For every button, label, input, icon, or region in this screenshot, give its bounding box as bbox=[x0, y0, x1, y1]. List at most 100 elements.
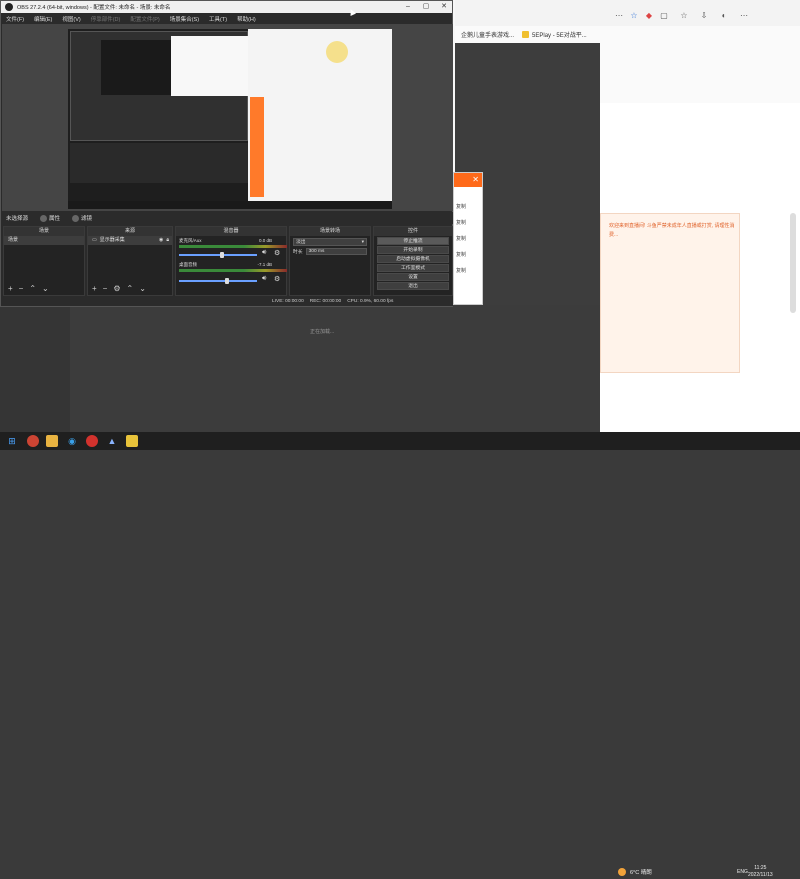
menu-icon[interactable]: ⋯ bbox=[740, 12, 748, 20]
visibility-icon[interactable]: ◉ bbox=[159, 236, 163, 245]
properties-button[interactable]: 属性 bbox=[40, 214, 60, 222]
clock[interactable]: 11:25 2022/11/13 bbox=[748, 865, 773, 879]
obs-logo-icon bbox=[5, 3, 13, 11]
menu-profile[interactable]: 配置文件(P) bbox=[130, 15, 159, 23]
windows-start-icon[interactable]: ⊞ bbox=[6, 435, 18, 447]
menu-bar: 文件(F) 编辑(E) 视图(V) 停靠部件(D) 配置文件(P) 场景集合(S… bbox=[1, 13, 452, 24]
stop-streaming-button[interactable]: 停止推流 bbox=[377, 237, 449, 245]
virtual-camera-button[interactable]: 启动虚拟摄像机 bbox=[377, 255, 449, 263]
minimize-icon[interactable]: – bbox=[399, 1, 417, 13]
exit-button[interactable]: 退出 bbox=[377, 282, 449, 290]
file-explorer-icon[interactable] bbox=[46, 435, 58, 447]
edge-icon[interactable]: ◉ bbox=[66, 435, 78, 447]
dialog-option[interactable]: 复制 bbox=[456, 203, 466, 210]
preview-canvas[interactable] bbox=[68, 29, 392, 209]
menu-scene-collection[interactable]: 场景集合(S) bbox=[170, 15, 199, 23]
scrollbar[interactable] bbox=[790, 213, 796, 313]
gear-icon[interactable]: ⚙ bbox=[113, 285, 120, 293]
star-icon[interactable]: ☆ bbox=[630, 12, 638, 20]
scenes-dock: 场景 场景 + − ⌃ ⌄ bbox=[3, 226, 85, 296]
remove-icon[interactable]: − bbox=[103, 285, 108, 293]
lock-icon[interactable]: 🔒︎ bbox=[166, 236, 169, 245]
dialog-option[interactable]: 复制 bbox=[456, 267, 466, 274]
source-item[interactable]: ▭ 显示器采集 ◉ 🔒︎ bbox=[88, 236, 172, 245]
maximize-icon[interactable]: ▢ bbox=[417, 1, 435, 13]
filters-label: 滤镜 bbox=[81, 216, 93, 222]
dialog-option[interactable]: 复制 bbox=[456, 235, 466, 242]
volume-slider[interactable] bbox=[179, 254, 257, 256]
studio-mode-button[interactable]: 工作室模式 bbox=[377, 264, 449, 272]
favorites-icon[interactable]: ☆ bbox=[680, 12, 688, 20]
nested-obs-preview bbox=[70, 31, 251, 141]
status-bar: LIVE: 00:00:00 REC: 00:00:00 CPU: 0.9%, … bbox=[2, 296, 453, 306]
captured-taskbar bbox=[68, 201, 392, 209]
slider-knob[interactable] bbox=[225, 278, 230, 284]
start-recording-button[interactable]: 开始录制 bbox=[377, 246, 449, 254]
settings-button[interactable]: 设置 bbox=[377, 273, 449, 281]
obs-titlebar[interactable]: OBS 27.2.4 (64-bit, windows) - 配置文件: 未命名… bbox=[1, 1, 452, 13]
move-down-icon[interactable]: ⌄ bbox=[42, 285, 49, 293]
input-language[interactable]: ENG bbox=[737, 869, 748, 875]
move-down-icon[interactable]: ⌄ bbox=[139, 285, 146, 293]
no-source-label: 未选择源 bbox=[6, 216, 29, 222]
bookmark-item[interactable]: 企鹅儿童手表游戏... bbox=[461, 30, 514, 39]
add-icon[interactable]: + bbox=[92, 285, 97, 293]
chat-message: 欢迎来到直播间! 斗鱼严禁未成年人直播或打赏, 请理性消费... bbox=[600, 213, 740, 373]
speaker-icon[interactable]: 🔊︎ bbox=[262, 275, 266, 283]
scene-item[interactable]: 场景 bbox=[4, 236, 84, 245]
duration-label: 时长 bbox=[293, 250, 303, 255]
app-icon[interactable]: ▲ bbox=[106, 435, 118, 447]
move-up-icon[interactable]: ⌃ bbox=[29, 285, 36, 293]
move-up-icon[interactable]: ⌃ bbox=[127, 285, 134, 293]
menu-docks[interactable]: 停靠部件(D) bbox=[91, 15, 121, 23]
menu-view[interactable]: 视图(V) bbox=[62, 15, 80, 23]
download-icon[interactable]: ⇩ bbox=[700, 12, 708, 20]
slider-knob[interactable] bbox=[219, 252, 224, 258]
player-sidebar bbox=[0, 305, 70, 432]
netease-music-icon[interactable] bbox=[86, 435, 98, 447]
mascot-image bbox=[326, 41, 348, 63]
close-icon[interactable]: ✕ bbox=[435, 1, 453, 13]
dialog-option[interactable]: 复制 bbox=[456, 219, 466, 226]
gear-icon[interactable]: ⚙ bbox=[274, 249, 280, 257]
add-icon[interactable]: + bbox=[8, 285, 13, 293]
transitions-header: 场景转场 bbox=[290, 227, 370, 236]
app-icon[interactable] bbox=[126, 435, 138, 447]
extension-icon[interactable]: ◆ bbox=[645, 12, 653, 20]
controls-dock: 控件 停止推流 开始录制 启动虚拟摄像机 工作室模式 设置 退出 bbox=[373, 226, 453, 296]
obs-window: OBS 27.2.4 (64-bit, windows) - 配置文件: 未命名… bbox=[0, 0, 453, 307]
nested-browser bbox=[171, 36, 251, 96]
bookmark-item[interactable]: 5EPlay - 5E对战平... bbox=[522, 30, 587, 39]
menu-edit[interactable]: 编辑(E) bbox=[34, 15, 52, 23]
dialog-option[interactable]: 复制 bbox=[456, 251, 466, 258]
transition-type: 淡出 bbox=[296, 240, 306, 245]
speaker-icon[interactable]: 🔊︎ bbox=[262, 249, 266, 257]
properties-label: 属性 bbox=[49, 216, 61, 222]
source-label: 显示器采集 bbox=[99, 237, 125, 243]
menu-help[interactable]: 帮助(H) bbox=[237, 15, 256, 23]
remove-icon[interactable]: − bbox=[19, 285, 24, 293]
profile-icon[interactable]: ◐ bbox=[720, 12, 728, 20]
menu-tools[interactable]: 工具(T) bbox=[209, 15, 227, 23]
right-panel: 欢迎来到直播间! 斗鱼严禁未成年人直播或打赏, 请理性消费... bbox=[600, 43, 800, 432]
duration-input[interactable]: 300 ms bbox=[305, 248, 367, 255]
gear-icon[interactable]: ⚙ bbox=[274, 275, 280, 283]
menu-file[interactable]: 文件(F) bbox=[6, 15, 24, 23]
transition-select[interactable]: 淡出 ▾ bbox=[293, 238, 367, 246]
dialog-window: ✕ 复制 复制 复制 复制 复制 bbox=[453, 172, 483, 305]
volume-slider[interactable] bbox=[179, 280, 257, 282]
monitor-icon: ▭ bbox=[92, 237, 97, 243]
obs-app-icon[interactable] bbox=[27, 435, 39, 447]
channel-db: -7.1 dB bbox=[257, 262, 272, 267]
close-icon[interactable]: ✕ bbox=[454, 173, 482, 187]
collections-icon[interactable]: ▢ bbox=[660, 12, 668, 20]
nested-docks bbox=[70, 143, 248, 183]
channel-db: 0.0 dB bbox=[258, 238, 272, 243]
source-toolbar: 未选择源 属性 滤镜 bbox=[2, 212, 453, 224]
extension-icon[interactable]: ⋯ bbox=[615, 12, 623, 20]
filters-button[interactable]: 滤镜 bbox=[72, 214, 92, 222]
clock-date: 2022/11/13 bbox=[748, 872, 773, 878]
bookmark-icon bbox=[522, 31, 530, 38]
clock-time: 11:25 bbox=[754, 865, 767, 871]
weather-text[interactable]: 6°C 晴朗 bbox=[630, 868, 652, 876]
